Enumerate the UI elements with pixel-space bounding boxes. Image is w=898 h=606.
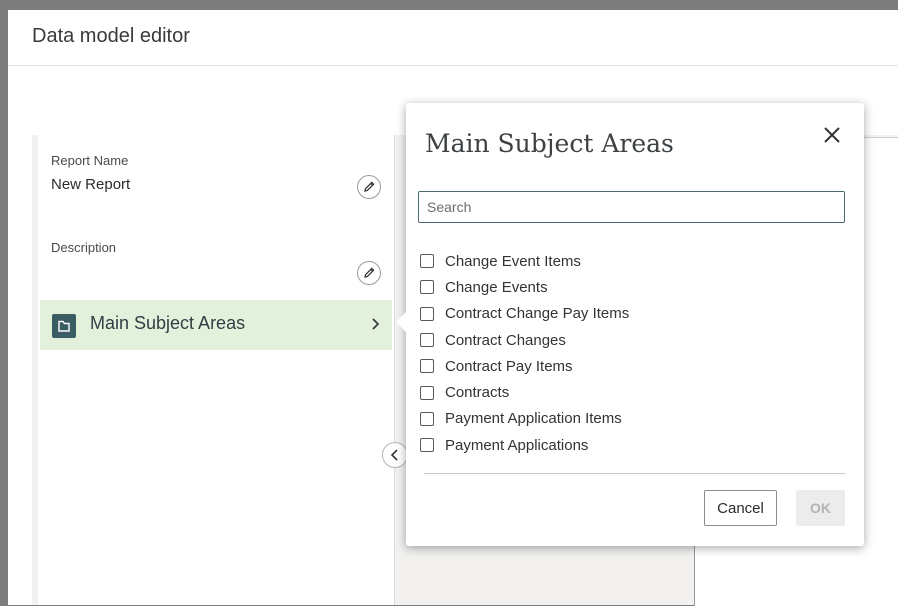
report-name-value: New Report: [51, 176, 131, 193]
report-name-label: Report Name: [51, 153, 129, 168]
subject-area-label: Contract Pay Items: [445, 357, 573, 375]
subject-area-checkbox[interactable]: [420, 280, 434, 295]
ok-button[interactable]: OK: [796, 490, 845, 526]
subject-area-checkbox[interactable]: [420, 254, 434, 269]
subject-area-checkbox[interactable]: [420, 359, 434, 374]
popup-title: Main Subject Areas: [425, 129, 674, 158]
dialog-header: Data model editor: [8, 10, 898, 66]
subject-area-item[interactable]: Contracts: [420, 379, 840, 405]
subject-area-label: Change Events: [445, 278, 548, 296]
subject-area-checkbox[interactable]: [420, 385, 434, 400]
subject-area-label: Change Event Items: [445, 252, 581, 270]
subject-area-checkbox[interactable]: [420, 411, 434, 426]
chevron-left-icon: [390, 449, 398, 461]
subject-area-item[interactable]: Payment Applications: [420, 432, 840, 458]
subject-area-label: Contract Changes: [445, 331, 566, 349]
subject-area-item[interactable]: Contract Changes: [420, 327, 840, 353]
subject-area-checkbox[interactable]: [420, 333, 434, 348]
main-subject-areas-popup: Main Subject Areas Change Event Items Ch…: [396, 103, 864, 546]
chevron-right-icon: [370, 314, 382, 339]
pencil-icon: [364, 181, 375, 192]
subject-area-checkbox[interactable]: [420, 306, 434, 321]
close-icon[interactable]: [822, 125, 842, 145]
pencil-icon: [364, 267, 375, 278]
search-input[interactable]: [418, 191, 845, 223]
subject-area-item[interactable]: Contract Pay Items: [420, 353, 840, 379]
subject-area-item[interactable]: Change Events: [420, 274, 840, 300]
folder-icon: [52, 314, 76, 338]
subject-area-label: Payment Application Items: [445, 410, 622, 428]
report-properties-panel: Report Name New Report Description Main …: [38, 135, 395, 605]
popup-pointer: [396, 311, 407, 333]
cancel-button[interactable]: Cancel: [704, 490, 777, 526]
subject-area-list: Change Event Items Change Events Contrac…: [420, 248, 840, 458]
edit-description-button[interactable]: [357, 261, 381, 285]
main-subject-areas-label: Main Subject Areas: [90, 313, 246, 333]
subject-area-label: Contracts: [445, 384, 510, 402]
subject-area-label: Payment Applications: [445, 436, 589, 454]
collapse-panel-button[interactable]: [382, 442, 408, 468]
subject-area-item[interactable]: Payment Application Items: [420, 406, 840, 432]
dialog-title: Data model editor: [32, 25, 190, 47]
main-subject-areas-row[interactable]: Main Subject Areas: [40, 300, 392, 350]
edit-report-name-button[interactable]: [357, 175, 381, 199]
subject-area-item[interactable]: Contract Change Pay Items: [420, 301, 840, 327]
description-label: Description: [51, 240, 117, 255]
subject-area-checkbox[interactable]: [420, 438, 434, 453]
popup-divider: [424, 473, 845, 474]
subject-area-item[interactable]: Change Event Items: [420, 248, 840, 274]
subject-area-label: Contract Change Pay Items: [445, 305, 630, 323]
